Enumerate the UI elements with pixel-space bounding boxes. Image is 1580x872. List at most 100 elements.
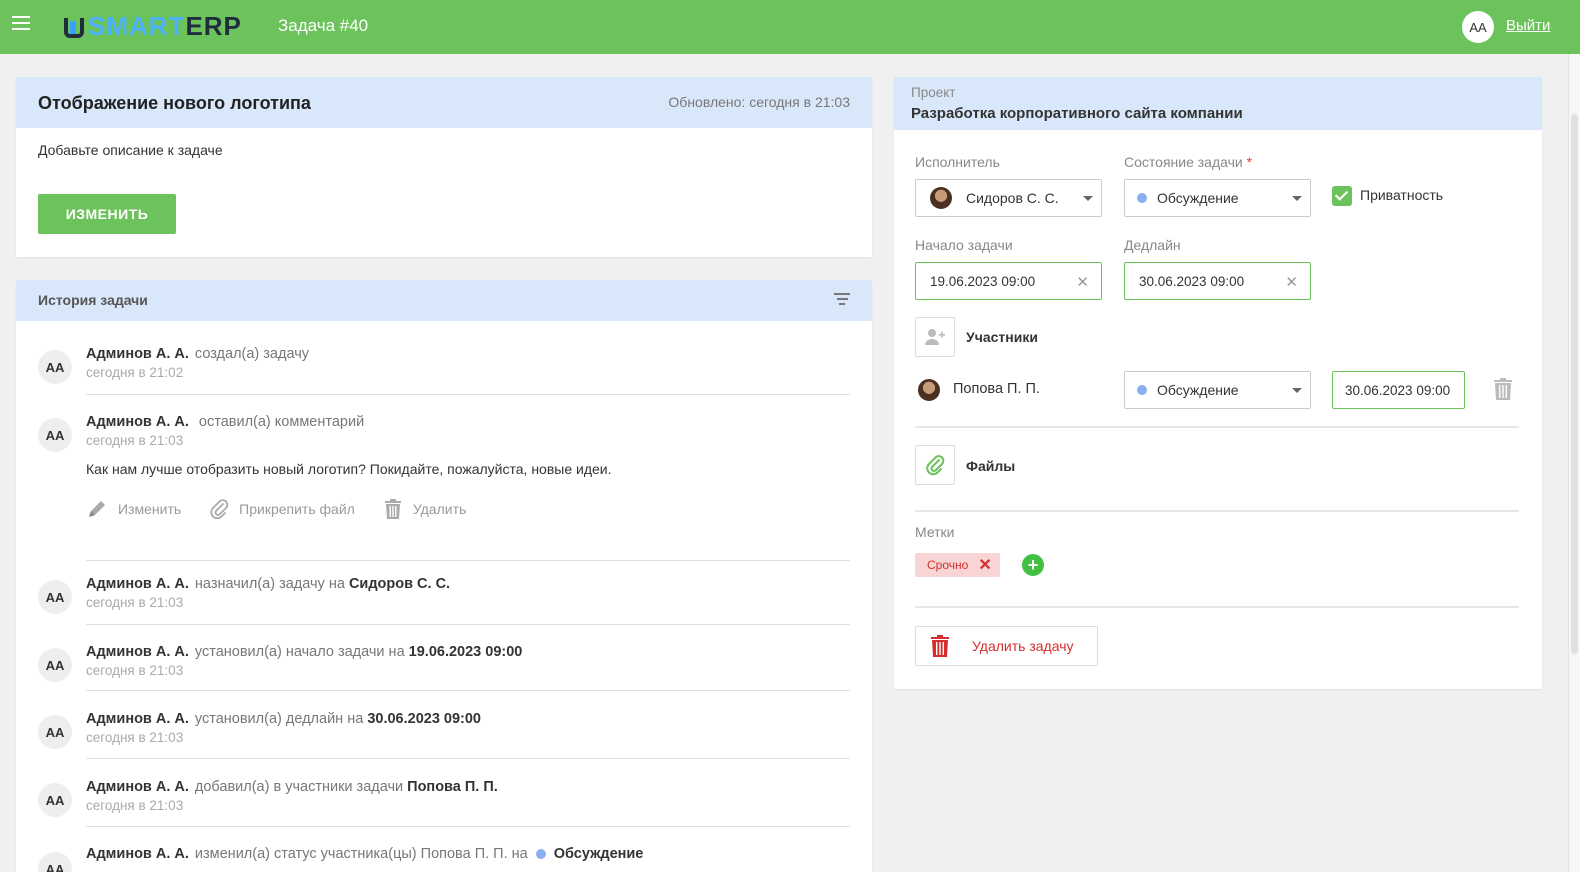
trash-icon (384, 499, 401, 519)
task-title: Отображение нового логотипа (38, 93, 311, 113)
app-logo[interactable]: SMART ERP (62, 11, 242, 42)
filter-icon[interactable] (834, 293, 850, 307)
add-participant-button[interactable] (915, 317, 955, 357)
page-scrollbar[interactable] (1568, 54, 1580, 872)
entry-target: 30.06.2023 09:00 (367, 711, 481, 727)
status-select[interactable]: Обсуждение (1124, 179, 1311, 217)
top-bar: SMART ERP Задача #40 AA Выйти (0, 0, 1580, 54)
assignee-label: Исполнитель (915, 154, 1000, 170)
start-date-input[interactable]: 19.06.2023 09:00 ✕ (915, 262, 1102, 300)
assignee-avatar (930, 187, 952, 209)
entry-author[interactable]: Админов А. А. (86, 644, 189, 660)
attach-files-button[interactable] (915, 445, 955, 485)
history-card: История задачи AA Админов А. А. создал(а)… (16, 280, 872, 872)
edit-comment-button[interactable]: Изменить (86, 498, 181, 520)
entry-time: сегодня в 21:02 (86, 365, 184, 380)
status-dot (535, 849, 546, 860)
avatar: AA (38, 715, 72, 749)
participant-name: Попова П. П. (953, 381, 1040, 397)
history-entry: AA Админов А. А. создал(а) задачу сегодня… (38, 346, 850, 386)
status-label: Состояние задачи * (1124, 154, 1253, 170)
trash-icon (931, 635, 949, 657)
project-name[interactable]: Разработка корпоративного сайта компании (911, 105, 1243, 122)
clear-icon[interactable]: ✕ (1285, 273, 1298, 291)
logo-mark-icon (62, 15, 84, 39)
attach-file-button[interactable]: Прикрепить файл (209, 498, 355, 520)
divider (86, 690, 850, 691)
avatar: AA (38, 852, 72, 872)
participant-deadline-input[interactable]: 30.06.2023 09:00 (1332, 371, 1465, 409)
task-updated-time: Обновлено: сегодня в 21:03 (668, 94, 850, 110)
entry-action: создал(а) задачу (194, 346, 310, 362)
entry-author[interactable]: Админов А. А. (86, 711, 189, 727)
hamburger-menu-icon[interactable] (12, 16, 30, 32)
chevron-down-icon (1292, 196, 1302, 201)
history-entry: AA Админов А. А. назначил(а) задачу на Си… (38, 576, 850, 616)
entry-action: оставил(а) комментарий (198, 414, 365, 430)
entry-author[interactable]: Админов А. А. (86, 346, 189, 362)
user-avatar[interactable]: AA (1462, 11, 1494, 43)
chevron-down-icon (1292, 388, 1302, 393)
privacy-checkbox[interactable] (1332, 186, 1352, 206)
entry-time: сегодня в 21:03 (86, 595, 184, 610)
entry-action: добавил(а) в участники задачи (194, 779, 404, 795)
participants-label: Участники (966, 329, 1038, 345)
edit-task-button[interactable]: ИЗМЕНИТЬ (38, 194, 176, 234)
entry-action: установил(а) начало задачи на (194, 644, 405, 660)
delete-comment-button[interactable]: Удалить (383, 498, 466, 520)
assignee-select[interactable]: Сидоров С. С. (915, 179, 1102, 217)
divider (915, 606, 1519, 608)
deadline-input[interactable]: 30.06.2023 09:00 ✕ (1124, 262, 1311, 300)
avatar: AA (38, 418, 72, 452)
history-entry-comment: AA Админов А. А. оставил(а) комментарий с… (38, 414, 850, 534)
entry-author[interactable]: Админов А. А. (86, 779, 189, 795)
scrollbar-thumb[interactable] (1571, 114, 1578, 654)
privacy-label[interactable]: Приватность (1360, 187, 1443, 203)
divider (86, 624, 850, 625)
tag-chip[interactable]: Срочно ✕ (915, 553, 1000, 577)
deadline-label: Дедлайн (1124, 237, 1181, 253)
history-entry: AA Админов А. А. установил(а) дедлайн на … (38, 711, 850, 751)
divider (86, 826, 850, 827)
add-user-icon (925, 329, 945, 345)
logout-link[interactable]: Выйти (1506, 17, 1550, 34)
divider (86, 560, 850, 561)
project-header: Проект Разработка корпоративного сайта к… (894, 77, 1542, 130)
status-dot (1137, 385, 1147, 395)
add-tag-button[interactable]: + (1022, 554, 1044, 576)
pencil-icon (89, 501, 105, 517)
participant-status-select[interactable]: Обсуждение (1124, 371, 1311, 409)
paperclip-icon (926, 455, 945, 476)
delete-task-button[interactable]: Удалить задачу (915, 626, 1098, 666)
tags-label: Метки (915, 524, 955, 540)
project-label: Проект (911, 85, 956, 100)
page-title: Задача #40 (278, 16, 369, 35)
entry-author[interactable]: Админов А. А. (86, 414, 189, 430)
entry-target[interactable]: Попова П. П. (407, 779, 498, 795)
entry-author[interactable]: Админов А. А. (86, 576, 189, 592)
task-details-panel: Проект Разработка корпоративного сайта к… (894, 77, 1542, 689)
avatar: AA (38, 350, 72, 384)
divider (915, 510, 1519, 512)
entry-time: сегодня в 21:03 (86, 730, 184, 745)
entry-action: назначил(а) задачу на (194, 576, 345, 592)
remove-tag-icon[interactable]: ✕ (978, 555, 991, 575)
entry-action: изменил(а) статус участника(цы) Попова П… (194, 846, 528, 862)
entry-author[interactable]: Админов А. А. (86, 846, 189, 862)
entry-target[interactable]: Сидоров С. С. (349, 576, 450, 592)
trash-icon (1494, 378, 1512, 400)
clear-icon[interactable]: ✕ (1076, 273, 1089, 291)
history-header: История задачи (16, 280, 872, 321)
chevron-down-icon (1083, 196, 1093, 201)
entry-target: 19.06.2023 09:00 (408, 644, 523, 660)
entry-action: установил(а) дедлайн на (194, 711, 364, 727)
divider (86, 394, 850, 395)
avatar: AA (38, 648, 72, 682)
avatar: AA (38, 783, 72, 817)
history-title: История задачи (38, 292, 148, 308)
task-description: Добавьте описание к задаче (38, 142, 223, 158)
history-entry: AA Админов А. А. установил(а) начало зада… (38, 644, 850, 684)
comment-actions: Изменить Прикрепить файл Удалить (86, 498, 466, 520)
entry-target: Обсуждение (553, 846, 644, 862)
remove-participant-button[interactable] (1493, 377, 1513, 406)
